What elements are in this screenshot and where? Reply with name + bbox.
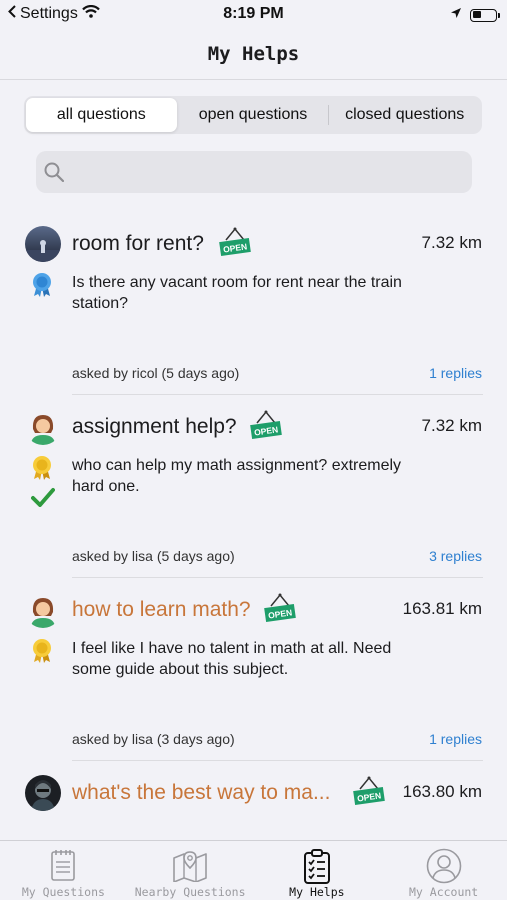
search-icon: [44, 162, 65, 187]
replies-link[interactable]: 1 replies: [429, 731, 482, 747]
questions-list: room for rent? OPEN 7.32 km Is there any…: [0, 212, 507, 900]
clipboard-check-icon: [303, 849, 330, 884]
tab-my-account[interactable]: My Account: [380, 841, 507, 900]
asked-by-text: asked by lisa (3 days ago): [72, 731, 235, 747]
notepad-icon: [51, 850, 76, 881]
open-tag-icon: OPEN: [263, 592, 297, 629]
search-bar[interactable]: [36, 151, 472, 193]
gold-ribbon-icon: [30, 638, 54, 669]
question-title: what's the best way to ma...: [72, 781, 331, 804]
asked-by-text: asked by ricol (5 days ago): [72, 365, 240, 381]
segment-closed-questions[interactable]: closed questions: [329, 98, 480, 132]
checkmark-icon: [31, 487, 55, 512]
search-input[interactable]: [72, 157, 462, 187]
question-distance: 163.80 km: [402, 782, 482, 801]
open-tag-icon: OPEN: [352, 775, 386, 812]
page-title: My Helps: [207, 43, 300, 65]
question-filter-segmented-control: all questions open questions closed ques…: [24, 96, 482, 134]
segment-all-questions[interactable]: all questions: [26, 98, 177, 132]
tab-label: My Account: [409, 885, 479, 899]
question-item[interactable]: room for rent? OPEN 7.32 km Is there any…: [0, 212, 507, 395]
question-description: Is there any vacant room for rent near t…: [72, 274, 402, 312]
map-icon: [173, 851, 207, 882]
question-item[interactable]: assignment help? OPEN 7.32 km who can he…: [0, 395, 507, 578]
question-description: who can help my math assignment? extreme…: [72, 457, 402, 495]
avatar: [25, 775, 61, 811]
tab-nearby-questions[interactable]: Nearby Questions: [127, 841, 254, 900]
question-title: room for rent?: [72, 232, 204, 255]
navigation-bar: My Helps: [0, 30, 507, 80]
status-time: 8:19 PM: [223, 5, 284, 22]
blue-ribbon-icon: [30, 272, 54, 303]
tab-my-questions[interactable]: My Questions: [0, 841, 127, 900]
tab-label: Nearby Questions: [134, 885, 246, 899]
tab-my-helps[interactable]: My Helps: [254, 841, 381, 900]
tab-label: My Questions: [21, 885, 105, 899]
replies-link[interactable]: 3 replies: [429, 548, 482, 564]
tab-bar: My Questions Nearby Questions My Helps M…: [0, 840, 507, 900]
avatar: [25, 409, 61, 445]
account-icon: [426, 848, 461, 884]
gold-ribbon-icon: [30, 455, 54, 486]
question-title: how to learn math?: [72, 598, 251, 621]
question-distance: 7.32 km: [421, 416, 482, 435]
open-tag-icon: OPEN: [218, 226, 252, 263]
replies-link[interactable]: 1 replies: [429, 365, 482, 381]
question-distance: 163.81 km: [402, 599, 482, 618]
asked-by-text: asked by lisa (5 days ago): [72, 548, 235, 564]
question-item[interactable]: how to learn math? OPEN 163.81 km I feel…: [0, 578, 507, 761]
battery-icon: [470, 8, 500, 22]
question-description: I feel like I have no talent in math at …: [72, 640, 392, 678]
tab-label: My Helps: [289, 885, 345, 899]
avatar: [25, 226, 61, 262]
question-title: assignment help?: [72, 415, 237, 438]
location-arrow-icon: [450, 6, 462, 24]
status-bar: Settings 8:19 PM: [0, 0, 507, 30]
avatar: [25, 592, 61, 628]
segment-open-questions[interactable]: open questions: [178, 98, 329, 132]
question-distance: 7.32 km: [421, 233, 482, 252]
open-tag-icon: OPEN: [249, 409, 283, 446]
